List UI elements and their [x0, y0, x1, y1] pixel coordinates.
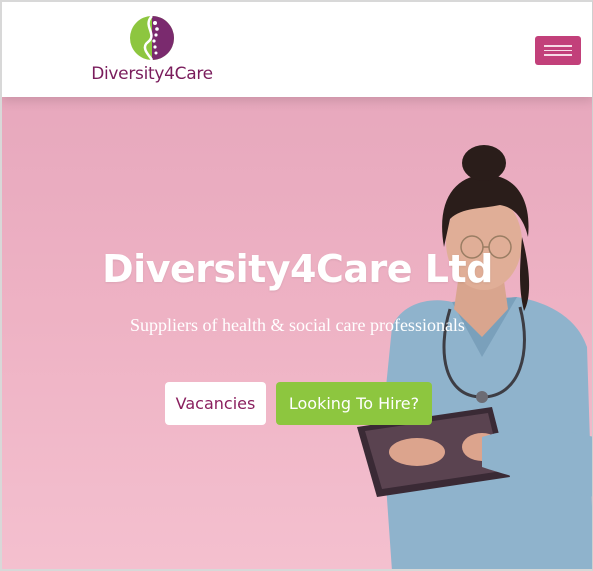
- hero-subtitle: Suppliers of health & social care profes…: [130, 315, 465, 335]
- site-header: Diversity4Care: [2, 2, 592, 97]
- vacancies-button[interactable]: Vacancies: [165, 382, 266, 425]
- hamburger-menu-button[interactable]: [535, 36, 581, 65]
- hero-section: Diversity4Care Ltd Suppliers of health &…: [2, 97, 592, 569]
- hamburger-menu-icon-bar: [544, 49, 572, 52]
- hamburger-menu-icon-bar: [544, 54, 572, 56]
- logo[interactable]: Diversity4Care: [86, 14, 218, 90]
- page-frame: Diversity4Care Diversity4Care Ltd Suppli…: [0, 0, 593, 571]
- logo-mark-icon: [130, 15, 174, 61]
- hero-title: Diversity4Care Ltd: [102, 247, 493, 291]
- looking-to-hire-button[interactable]: Looking To Hire?: [276, 382, 432, 425]
- logo-text: Diversity4Care: [91, 64, 213, 84]
- hamburger-menu-icon: [544, 45, 572, 47]
